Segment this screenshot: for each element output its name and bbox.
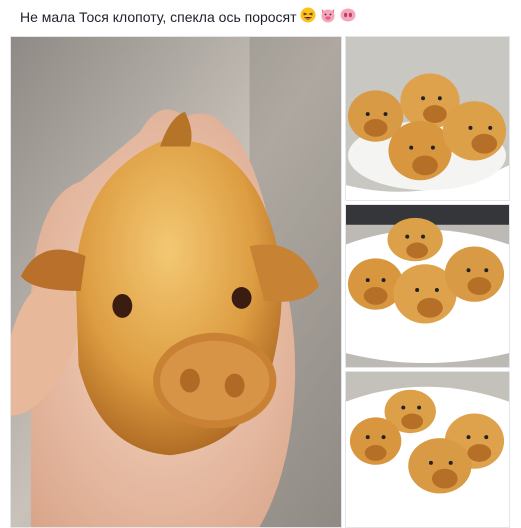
photo-thumb-2[interactable] bbox=[345, 204, 510, 368]
photo-thumb-3[interactable] bbox=[345, 371, 510, 528]
pig-buns-plate-2-image bbox=[346, 205, 509, 367]
photo-main[interactable] bbox=[10, 36, 342, 528]
laughing-emoji-icon bbox=[300, 7, 316, 29]
pig-buns-plate-1-image bbox=[346, 37, 509, 200]
pig-buns-plate-3-image bbox=[346, 372, 509, 527]
pig-nose-emoji-icon bbox=[340, 7, 356, 29]
post-message: Не мала Тося клопоту, спекла ось поросят bbox=[20, 9, 297, 25]
pig-face-emoji-icon bbox=[320, 7, 336, 29]
post-text: Не мала Тося клопоту, спекла ось поросят bbox=[20, 6, 356, 28]
hand-held-pig-bun-image bbox=[11, 37, 341, 527]
photo-thumb-1[interactable] bbox=[345, 36, 510, 201]
